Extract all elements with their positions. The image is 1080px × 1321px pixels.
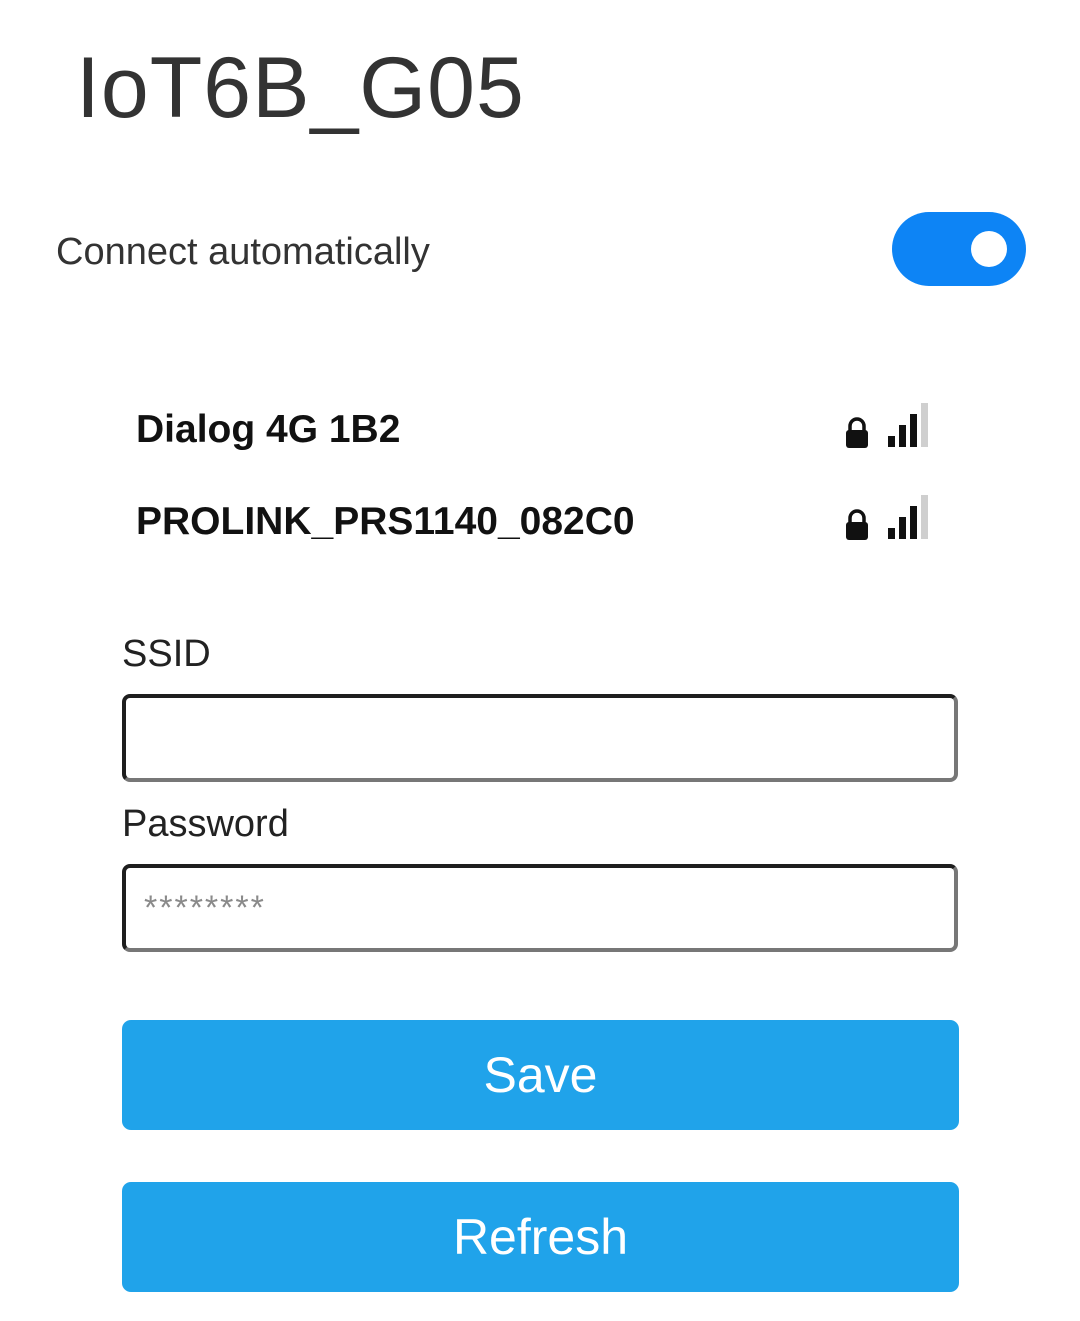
lock-icon <box>846 509 868 540</box>
toggle-knob <box>971 231 1007 267</box>
lock-icon <box>846 417 868 448</box>
signal-bar <box>899 517 906 539</box>
password-input[interactable] <box>122 864 958 952</box>
network-item[interactable]: PROLINK_PRS1140_082C0 <box>136 492 936 584</box>
network-ssid: PROLINK_PRS1140_082C0 <box>136 500 635 543</box>
network-ssid: Dialog 4G 1B2 <box>136 408 401 451</box>
save-button[interactable]: Save <box>122 1020 959 1130</box>
page-title: IoT6B_G05 <box>76 40 525 136</box>
signal-bar <box>921 403 928 447</box>
network-item[interactable]: Dialog 4G 1B2 <box>136 400 936 492</box>
wifi-signal-icon <box>888 403 928 447</box>
connect-automatically-row: Connect automatically <box>56 212 1026 288</box>
signal-bar <box>910 506 917 539</box>
ssid-input[interactable] <box>122 694 958 782</box>
network-list: Dialog 4G 1B2 PROLINK_PRS1140_082C0 <box>136 400 936 584</box>
password-label: Password <box>122 803 289 845</box>
ssid-label: SSID <box>122 633 211 675</box>
signal-bar <box>888 436 895 447</box>
signal-bar <box>888 528 895 539</box>
refresh-button[interactable]: Refresh <box>122 1182 959 1292</box>
connect-automatically-toggle[interactable] <box>892 212 1026 286</box>
signal-bar <box>910 414 917 447</box>
connect-automatically-label: Connect automatically <box>56 231 430 273</box>
signal-bar <box>899 425 906 447</box>
signal-bar <box>921 495 928 539</box>
wifi-signal-icon <box>888 495 928 539</box>
